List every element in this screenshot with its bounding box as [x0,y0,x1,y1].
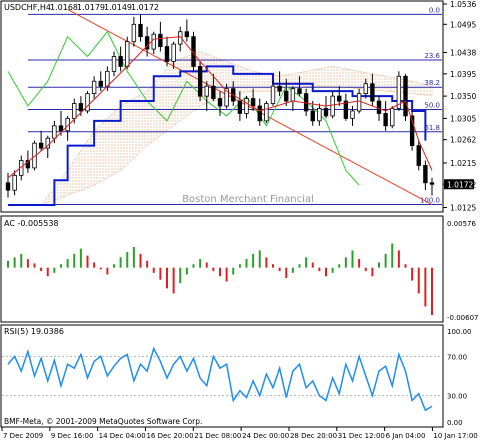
fib-label: 38.2 [424,79,440,87]
x-tick-label: 24 Dec 00:00 [242,432,289,440]
candle-body [284,90,289,102]
candle-body [383,113,388,127]
price-tick-label: 1.0495 [450,20,476,29]
candle-body [171,43,176,62]
candle-body [297,88,302,95]
candle-body [370,83,375,102]
price-tick-label: 1.0395 [450,70,476,79]
candle-body [416,145,421,166]
rsi-label: RSI(5) 19.0386 [4,327,64,336]
candle-body [257,105,262,122]
ohlc-low: 1.0149 [104,3,132,12]
symbol-label: USDCHF,H4 [4,3,51,12]
chart-canvas: 0.023.638.250.061.8100.0 1.05361.04951.0… [0,0,478,440]
rsi-tick-label: 100.00 [447,328,472,336]
ac-tick-label: -0.00607 [447,314,478,322]
candle-body [118,56,123,67]
candle-body [91,80,97,95]
candle-body [138,23,143,38]
candle-body [5,182,11,191]
fib-label: 23.6 [424,52,440,60]
candle-body [429,182,435,185]
ohlc-open: 1.0168 [50,3,78,12]
x-tick-label: 6 Jan 04:00 [386,432,426,440]
x-tick-label: 21 Dec 08:00 [194,432,241,440]
candle-body [270,85,276,104]
candle-body [390,108,395,127]
price-tick-label: 1.0125 [450,204,476,213]
candle-body [337,95,342,102]
candle-body [330,95,335,117]
x-tick-label: 31 Dec 12:00 [338,432,385,440]
ac-panel-frame [0,215,444,323]
ohlc-close: 1.0172 [131,3,159,12]
fib-label: 50.0 [424,101,440,109]
candle-body [158,33,163,47]
candle-body [85,93,90,112]
price-tick-label: 1.0262 [450,136,476,145]
candle-body [72,103,77,119]
current-price-label: 1.0172 [447,180,473,189]
candle-body [105,70,110,87]
x-tick-label: 7 Dec 2009 [3,432,43,440]
candle-body [184,31,190,38]
candle-body [423,165,428,184]
candle-body [78,103,84,112]
candle-body [310,110,315,122]
candle-body [98,80,103,87]
candle-body [317,108,322,122]
candle-body [131,23,137,43]
x-tick-label: 14 Dec 04:00 [99,432,146,440]
candle-body [356,93,362,112]
rsi-tick-label: 30.00 [447,393,467,401]
candle-body [250,98,256,107]
candle-body [303,93,309,112]
ac-label: AC -0.005538 [4,219,59,228]
candle-body [12,174,17,191]
price-tick-label: 1.0350 [450,92,476,101]
ohlc-header: 1.0168 1.0179 1.0149 1.0172 [50,3,159,12]
candle-body [38,142,44,149]
price-tick-label: 1.0305 [450,114,476,123]
watermark: Boston Merchant Financial [182,194,314,205]
candle-body [277,85,282,92]
copyright: BMF-Meta, © 2001-2009 MetaQuotes Softwar… [4,417,202,426]
x-tick-label: 28 Dec 20:00 [290,432,337,440]
candle-body [290,88,296,102]
candle-body [125,41,130,67]
x-tick-label: 9 Dec 16:00 [51,432,94,440]
candle-body [204,85,209,97]
candle-body [197,65,203,97]
candle-body [376,100,382,114]
x-tick-label: 16 Dec 20:00 [146,432,193,440]
x-tick-label: 10 Jan 17:00 [433,432,477,440]
candle-body [151,33,156,50]
price-tick-label: 1.0536 [450,0,476,9]
candle-body [323,108,329,117]
ac-tick-label: 0.00576 [447,220,476,228]
candle-body [244,98,249,114]
candle-body [403,75,408,117]
candle-body [363,83,368,95]
rsi-panel-frame [0,324,444,428]
candle-body [217,98,223,107]
candle-body [111,56,117,72]
price-tick-label: 1.0438 [450,49,476,58]
candle-body [211,85,216,99]
candle-body [350,110,355,119]
price-tick-label: 1.0215 [450,159,476,168]
rsi-tick-label: 70.00 [447,353,467,361]
fib-label: 0.0 [429,6,440,14]
candle-body [52,125,57,139]
candle-body [264,103,269,122]
fib-label: 61.8 [424,124,440,132]
rsi-tick-label: 0.00 [447,419,463,427]
candle-body [58,125,64,132]
candle-body [164,46,170,62]
ohlc-high: 1.0179 [77,3,105,12]
candle-body [237,100,243,114]
